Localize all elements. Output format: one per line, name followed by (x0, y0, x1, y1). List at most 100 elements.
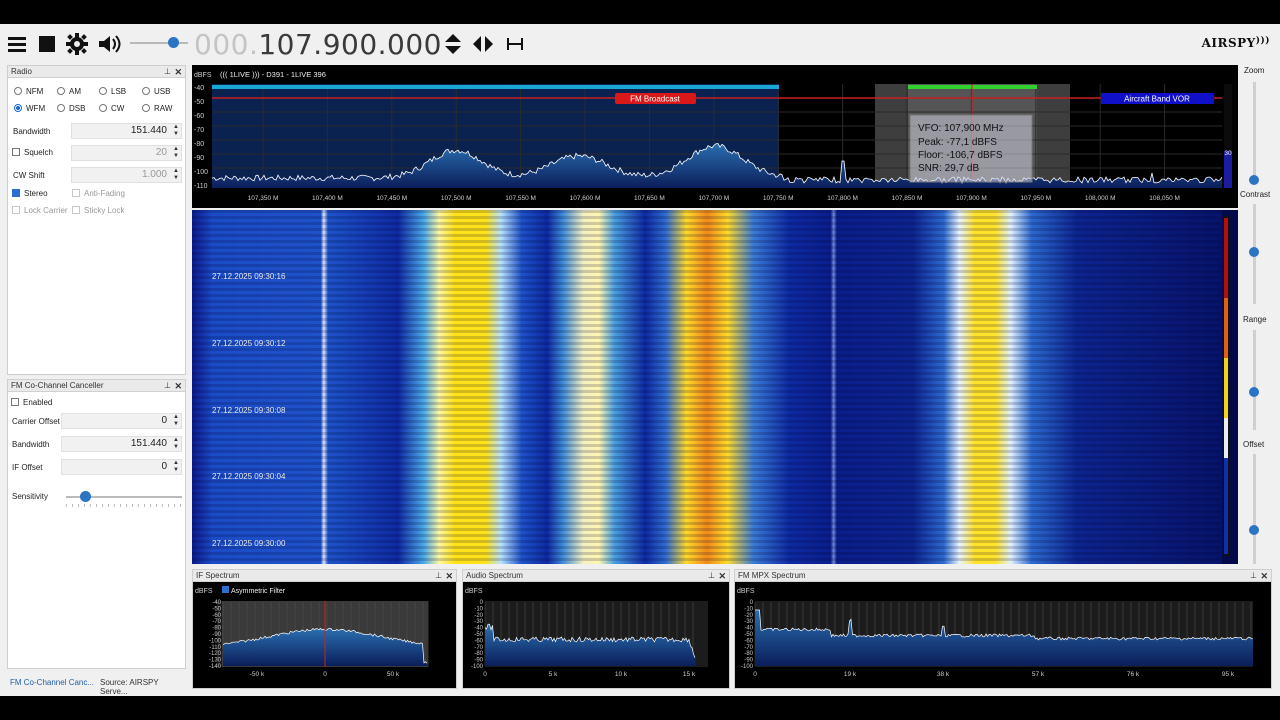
y-tick-label: -60 (194, 113, 204, 120)
spin-arrows-icon[interactable]: ▲ ▼ (173, 124, 179, 138)
squelch-checkbox[interactable]: Squelch (12, 148, 53, 157)
x-tick-label: 50 k (387, 671, 400, 678)
close-icon[interactable]: ✕ (174, 66, 182, 78)
audio-unit-label: dBFS (465, 588, 483, 595)
tab-fm-cochannel[interactable]: FM Co-Channel Canc... (10, 678, 94, 687)
range-slider[interactable] (1249, 330, 1259, 430)
mode-usb[interactable]: USB (142, 87, 170, 96)
x-tick-label: 0 (753, 671, 757, 678)
frequency-display[interactable]: 000.107.900.000 (194, 28, 442, 61)
y-tick-label: -50 (474, 632, 483, 638)
stop-icon[interactable] (36, 33, 58, 55)
offset-slider[interactable] (1249, 454, 1259, 564)
checkbox-checked[interactable] (12, 189, 20, 197)
lockcarrier-checkbox[interactable]: Lock Carrier (12, 206, 68, 215)
close-icon[interactable]: ✕ (1260, 570, 1268, 582)
audio-spectrum-plot[interactable]: dBFS 0-10-20-30-40-50-60-70-80-90-100 05… (463, 582, 729, 688)
mode-lsb[interactable]: LSB (99, 87, 126, 96)
y-tick-label: -110 (194, 183, 208, 190)
if-offset-value: 0 (161, 461, 167, 472)
checkbox[interactable] (72, 189, 80, 197)
volume-slider[interactable] (130, 37, 188, 48)
radio-button[interactable] (14, 87, 22, 95)
close-icon[interactable]: ✕ (174, 380, 182, 392)
radio-button[interactable] (57, 87, 65, 95)
waterfall-plot[interactable]: 27.12.2025 09:30:16 27.12.2025 09:30:12 … (192, 210, 1238, 564)
mode-cw[interactable]: CW (99, 104, 124, 113)
mode-nfm[interactable]: NFM (14, 87, 43, 96)
close-icon[interactable]: ✕ (718, 570, 726, 582)
tab-source[interactable]: Source: AIRSPY Serve... (100, 678, 186, 696)
stereo-checkbox[interactable]: Stereo (12, 189, 48, 198)
spin-arrows-icon[interactable]: ▲ ▼ (173, 414, 179, 428)
spin-arrows-icon[interactable]: ▲ ▼ (173, 437, 179, 451)
checkbox[interactable] (12, 206, 20, 214)
span-icon[interactable] (504, 33, 526, 55)
checkbox[interactable] (12, 148, 20, 156)
updown-arrows-icon[interactable] (442, 33, 464, 55)
waterfall[interactable]: 27.12.2025 09:30:16 27.12.2025 09:30:12 … (192, 210, 1238, 564)
if-spectrum-header: IF Spectrum ⊥ ✕ (193, 570, 456, 582)
checkbox[interactable] (72, 206, 80, 214)
fmcc-bandwidth-spinbox[interactable]: 151.440 ▲ ▼ (61, 436, 182, 452)
fmcc-panel-header: FM Co-Channel Canceller ⊥ ✕ (8, 380, 185, 392)
cwshift-spinbox[interactable]: 1.000 ▲ ▼ (71, 167, 182, 183)
gear-icon[interactable] (66, 33, 88, 55)
antifading-checkbox[interactable]: Anti-Fading (72, 189, 125, 198)
x-tick-label: -50 k (250, 671, 265, 678)
range-slider-knob[interactable] (1249, 387, 1259, 397)
mpx-spectrum-header: FM MPX Spectrum ⊥ ✕ (735, 570, 1271, 582)
cwshift-label: CW Shift (13, 171, 45, 180)
zoom-slider-knob[interactable] (1249, 175, 1259, 185)
pin-icon[interactable]: ⊥ (164, 380, 171, 392)
x-tick-label: 107,600 M (570, 195, 601, 202)
y-tick-label: -80 (744, 651, 753, 657)
if-spectrum-plot[interactable]: dBFS Asymmetric Filter -40-50-60-70-80-9… (193, 582, 456, 688)
pin-icon[interactable]: ⊥ (708, 570, 715, 582)
radio-button[interactable] (99, 87, 107, 95)
radio-button[interactable] (142, 87, 150, 95)
volume-slider-knob[interactable] (168, 37, 179, 48)
radio-panel: Radio ⊥ ✕ NFM AM LSB USB WFM DSB CW RAW … (7, 65, 186, 375)
bandwidth-spinbox[interactable]: 151.440 ▲ ▼ (71, 123, 182, 139)
y-tick-label: -60 (474, 638, 483, 644)
spin-arrows-icon[interactable]: ▲ ▼ (173, 460, 179, 474)
squelch-spinbox[interactable]: 20 ▲ ▼ (71, 145, 182, 161)
offset-label: Offset (1243, 440, 1265, 449)
leftright-arrows-icon[interactable] (472, 33, 494, 55)
if-spectrum-title: IF Spectrum (196, 571, 240, 580)
if-offset-spinbox[interactable]: 0 ▲ ▼ (61, 459, 182, 475)
pin-icon[interactable]: ⊥ (1250, 570, 1257, 582)
mode-dsb[interactable]: DSB (57, 104, 85, 113)
radio-button[interactable] (142, 104, 150, 112)
asymmetric-filter-checkbox[interactable] (222, 586, 229, 593)
spin-arrows-icon[interactable]: ▲ ▼ (173, 146, 179, 160)
pin-icon[interactable]: ⊥ (164, 66, 171, 78)
radio-button[interactable] (99, 104, 107, 112)
mode-raw[interactable]: RAW (142, 104, 172, 113)
sensitivity-slider[interactable] (66, 491, 182, 502)
y-tick-label: -100 (209, 638, 222, 644)
menu-icon[interactable] (6, 33, 28, 55)
main-spectrum[interactable]: FM Broadcast Aircraft Band VOR dBFS ((( … (192, 65, 1238, 208)
radio-button[interactable] (57, 104, 65, 112)
enabled-checkbox[interactable]: Enabled (11, 398, 52, 407)
x-tick-label: 107,700 M (698, 195, 729, 202)
carrier-offset-spinbox[interactable]: 0 ▲ ▼ (61, 413, 182, 429)
zoom-slider[interactable] (1249, 82, 1259, 185)
close-icon[interactable]: ✕ (445, 570, 453, 582)
contrast-slider-knob[interactable] (1249, 247, 1259, 257)
stickylock-checkbox[interactable]: Sticky Lock (72, 206, 124, 215)
spin-arrows-icon[interactable]: ▲ ▼ (173, 168, 179, 182)
offset-slider-knob[interactable] (1249, 525, 1259, 535)
volume-icon[interactable] (96, 33, 124, 55)
main-spectrum-plot[interactable]: FM Broadcast Aircraft Band VOR dBFS ((( … (192, 65, 1238, 208)
sensitivity-slider-knob[interactable] (80, 491, 91, 502)
radio-button-selected[interactable] (14, 104, 22, 112)
pin-icon[interactable]: ⊥ (435, 570, 442, 582)
mode-wfm[interactable]: WFM (14, 104, 45, 113)
checkbox[interactable] (11, 398, 19, 406)
contrast-slider[interactable] (1249, 204, 1259, 304)
mode-am[interactable]: AM (57, 87, 81, 96)
mpx-spectrum-plot[interactable]: dBFS 0-10-20-30-40-50-60-70-80-90-100 01… (735, 582, 1271, 688)
